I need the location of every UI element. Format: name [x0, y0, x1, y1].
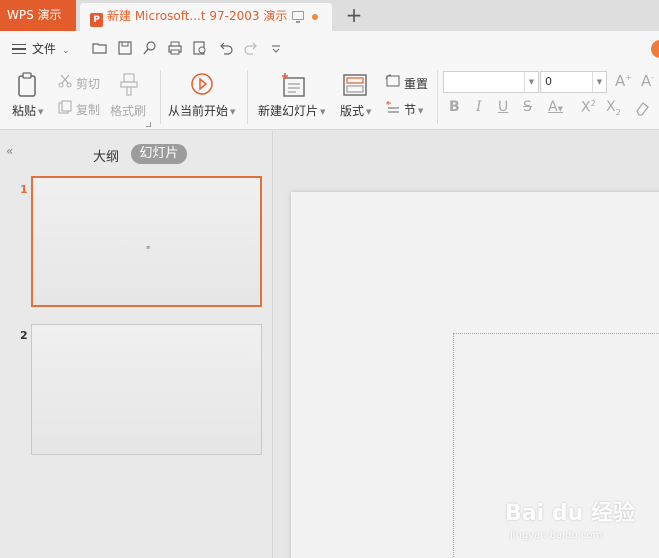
print-preview-icon[interactable]	[192, 40, 208, 56]
reset-icon[interactable]	[385, 74, 400, 88]
editing-canvas	[274, 131, 659, 558]
file-menu-button[interactable]: 文件 ⌄	[12, 40, 70, 57]
font-color-icon[interactable]: A▼	[548, 99, 563, 115]
slide-thumbnail-1[interactable]: ≡	[31, 176, 262, 307]
copy-button[interactable]: 复制	[76, 101, 100, 118]
document-tab[interactable]: P 新建 Microsoft...t 97-2003 演示	[80, 3, 332, 31]
title-bar: WPS 演示 P 新建 Microsoft...t 97-2003 演示 +	[0, 0, 659, 31]
new-slide-button[interactable]: 新建幻灯片 ▼	[258, 102, 325, 119]
redo-icon[interactable]	[243, 40, 259, 56]
font-size-value: 0	[545, 75, 552, 88]
ribbon-separator	[160, 70, 161, 124]
slide-number: 1	[20, 183, 28, 196]
unsaved-dot-icon	[312, 14, 318, 20]
tab-slides[interactable]: 幻灯片	[131, 144, 187, 164]
open-folder-icon[interactable]	[92, 40, 108, 56]
font-name-select[interactable]: ▼	[443, 71, 539, 93]
strikethrough-icon[interactable]: S	[523, 99, 532, 115]
slide-thumbnail-2[interactable]	[31, 324, 262, 455]
customize-dropdown-icon[interactable]	[268, 40, 284, 56]
scissors-icon[interactable]	[58, 74, 72, 88]
search-icon[interactable]	[142, 40, 158, 56]
file-menu-label: 文件	[32, 42, 57, 56]
format-painter-icon[interactable]	[118, 72, 140, 96]
chevron-down-icon: ▼	[592, 72, 606, 92]
decrease-font-icon[interactable]: A-	[641, 72, 654, 90]
play-icon[interactable]	[190, 72, 214, 96]
save-icon[interactable]	[117, 40, 133, 56]
print-icon[interactable]	[167, 40, 183, 56]
new-slide-label: 新建幻灯片	[258, 104, 319, 118]
from-current-button[interactable]: 从当前开始 ▼	[168, 102, 235, 119]
from-current-label: 从当前开始	[168, 104, 229, 118]
user-avatar[interactable]	[651, 40, 659, 58]
tab-outline[interactable]: 大纲	[93, 146, 119, 165]
paste-button[interactable]: 粘贴 ▼	[12, 102, 43, 119]
layout-label: 版式	[340, 104, 365, 118]
italic-icon[interactable]: I	[476, 99, 482, 115]
clipboard-launcher-icon[interactable]	[146, 122, 151, 127]
layout-button[interactable]: 版式 ▼	[340, 102, 371, 119]
placeholder-mark-icon: ≡	[146, 245, 151, 251]
chevron-down-icon: ⌄	[62, 46, 70, 56]
eraser-icon[interactable]	[634, 100, 650, 116]
ribbon: 粘贴 ▼ 剪切 复制 格式刷 从当前开始 ▼ 新建幻灯片 ▼ 版式 ▼ 重置 节 ▼ ▼ …	[0, 64, 659, 130]
hamburger-icon	[12, 44, 26, 54]
layout-icon[interactable]	[343, 74, 367, 96]
superscript-icon[interactable]: X2	[581, 99, 596, 116]
paste-icon[interactable]	[16, 72, 40, 98]
collapse-panel-icon[interactable]: «	[6, 144, 13, 158]
slide-number: 2	[20, 329, 28, 342]
watermark-url: jingyan.baidu.com	[510, 530, 603, 541]
bold-icon[interactable]: B	[449, 99, 460, 115]
ribbon-separator	[247, 70, 248, 124]
reset-button[interactable]: 重置	[404, 75, 428, 92]
underline-icon[interactable]: U	[498, 99, 508, 115]
increase-font-icon[interactable]: A+	[615, 72, 632, 90]
format-painter-button[interactable]: 格式刷	[110, 102, 146, 119]
section-label: 节	[404, 103, 417, 117]
section-button[interactable]: 节 ▼	[404, 101, 423, 118]
quick-access-bar: 文件 ⌄	[0, 31, 659, 64]
presentation-icon: P	[90, 13, 103, 27]
new-tab-button[interactable]: +	[343, 2, 365, 28]
monitor-icon[interactable]	[292, 11, 304, 23]
cut-button[interactable]: 剪切	[76, 75, 100, 92]
paste-label: 粘贴	[12, 104, 37, 118]
ribbon-separator	[437, 70, 438, 124]
watermark-logo: Bai du 经验	[505, 501, 635, 526]
slide-panel: « 大纲 幻灯片 1 ≡ 2	[0, 131, 273, 558]
app-tab[interactable]: WPS 演示	[0, 0, 76, 31]
undo-icon[interactable]	[218, 40, 234, 56]
new-slide-icon[interactable]	[280, 72, 306, 98]
font-size-select[interactable]: 0 ▼	[540, 71, 607, 93]
chevron-down-icon: ▼	[524, 72, 538, 92]
section-icon[interactable]	[385, 100, 400, 114]
copy-icon[interactable]	[58, 100, 72, 114]
document-tab-title: 新建 Microsoft...t 97-2003 演示	[107, 9, 288, 23]
subscript-icon[interactable]: X2	[606, 99, 621, 117]
